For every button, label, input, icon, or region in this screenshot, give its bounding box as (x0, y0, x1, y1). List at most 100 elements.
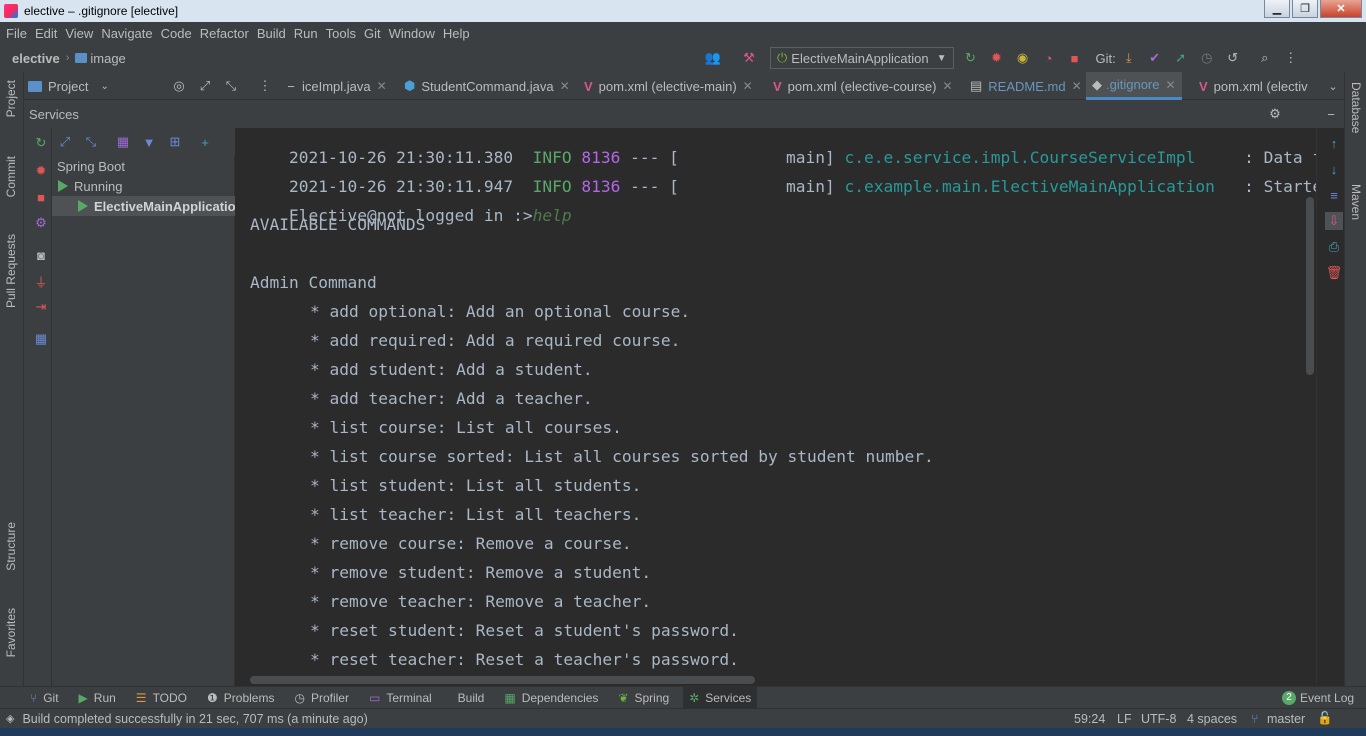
settings-icon[interactable]: ⚙ (1266, 105, 1284, 123)
tab-readme[interactable]: ▤ README.md ✕ (970, 72, 1082, 100)
debug-icon[interactable]: ✹ (988, 49, 1006, 67)
menu-refactor[interactable]: Refactor (200, 26, 249, 41)
tool-run[interactable]: ▶ Run (79, 691, 116, 705)
profiler-icon[interactable]: ◔ (1040, 49, 1058, 67)
expand-icon[interactable]: ⤢ (196, 77, 214, 95)
coverage-icon[interactable]: ◉ (1014, 49, 1032, 67)
tree-node-running[interactable]: Running (58, 176, 122, 196)
collapse-icon[interactable]: ⤡ (222, 77, 240, 95)
tree-node-elective-main-application[interactable]: ElectiveMainApplicatio (52, 196, 236, 216)
git-commit-icon[interactable]: ✔ (1146, 49, 1164, 67)
breadcrumb-project[interactable]: elective (12, 51, 60, 66)
indent-setting[interactable]: 4 spaces (1187, 712, 1237, 726)
expand-all-icon[interactable]: ⤢ (56, 133, 74, 151)
tool-build[interactable]: Build (452, 691, 485, 705)
file-encoding[interactable]: UTF-8 (1141, 712, 1176, 726)
settings-icon[interactable]: ⚙ (32, 214, 50, 232)
commit-tool-button[interactable]: Commit (4, 156, 18, 197)
target-icon[interactable]: ◎ (170, 77, 188, 95)
exit-icon[interactable]: ⇥ (32, 298, 50, 316)
tab-courseserviceimpl[interactable]: iceImpl.java ✕ (302, 72, 387, 100)
options-icon[interactable]: ⋮ (256, 77, 274, 95)
close-window-button[interactable]: ✕ (1320, 0, 1362, 18)
arrow-down-icon[interactable]: ↓ (1325, 160, 1343, 178)
rollback-icon[interactable]: ↺ (1224, 49, 1242, 67)
tool-profiler[interactable]: ◷ Profiler (294, 691, 349, 705)
menu-tools[interactable]: Tools (326, 26, 356, 41)
menu-view[interactable]: View (65, 26, 93, 41)
tool-services[interactable]: ✲ Services (683, 686, 758, 709)
cursor-position[interactable]: 59:24 (1074, 712, 1105, 726)
line-separator[interactable]: LF (1117, 712, 1132, 726)
vertical-scrollbar[interactable] (1306, 197, 1314, 375)
soft-wrap-icon[interactable]: ≡ (1325, 186, 1343, 204)
more-icon[interactable]: ⋮ (1282, 49, 1300, 67)
git-branch[interactable]: master (1267, 712, 1305, 726)
git-history-icon[interactable]: ◷ (1198, 49, 1216, 67)
run-configuration-select[interactable]: ⏻ ElectiveMainApplication ▼ (770, 47, 954, 69)
tab-pom-elective-main[interactable]: V pom.xml (elective-main) ✕ (584, 72, 753, 100)
close-icon[interactable]: ✕ (943, 79, 953, 93)
hide-icon[interactable]: − (282, 77, 300, 95)
camera-icon[interactable]: ◙ (32, 246, 50, 264)
git-push-icon[interactable]: ➚ (1172, 49, 1190, 67)
trash-icon[interactable]: 🗑 (1325, 264, 1343, 282)
stop-icon[interactable]: ■ (1066, 49, 1084, 67)
tool-todo[interactable]: ☰ TODO (136, 691, 187, 705)
close-icon[interactable]: ✕ (560, 79, 570, 93)
close-icon[interactable]: ✕ (1072, 79, 1082, 93)
structure-tool-button[interactable]: Structure (4, 522, 18, 571)
favorites-tool-button[interactable]: Favorites (4, 608, 18, 657)
hide-panel-icon[interactable]: − (1322, 105, 1340, 123)
console-output[interactable]: 2021-10-26 21:30:11.380 INFO 8136 --- [ … (235, 128, 1316, 686)
event-log-button[interactable]: 2 Event Log (1282, 690, 1354, 705)
maven-tool-button[interactable]: Maven (1349, 184, 1363, 220)
chevron-down-icon[interactable]: ⌄ (1324, 77, 1342, 95)
status-message[interactable]: Build completed successfully in 21 sec, … (22, 712, 367, 726)
menu-code[interactable]: Code (161, 26, 192, 41)
close-icon[interactable]: ✕ (743, 79, 753, 93)
menu-build[interactable]: Build (257, 26, 286, 41)
database-tool-button[interactable]: Database (1349, 82, 1363, 133)
plugin-icon[interactable]: ⏚ (32, 272, 50, 290)
tool-problems[interactable]: ❶ Problems (207, 691, 274, 705)
build-hammer-icon[interactable]: ⚒ (740, 49, 758, 67)
tool-spring[interactable]: ❦ Spring (618, 691, 669, 705)
search-icon[interactable]: ⌕ (1256, 49, 1274, 67)
breadcrumb-folder[interactable]: image (90, 51, 125, 66)
git-update-icon[interactable]: ⤓ (1120, 49, 1138, 67)
debug-icon[interactable]: ✹ (32, 162, 50, 180)
tab-pom-elective-course[interactable]: V pom.xml (elective-course) ✕ (773, 72, 953, 100)
menu-file[interactable]: File (6, 26, 27, 41)
tool-terminal[interactable]: ▭ Terminal (369, 691, 432, 705)
add-service-icon[interactable]: + (196, 133, 214, 151)
maximize-button[interactable]: ❐ (1292, 0, 1318, 18)
close-icon[interactable]: ✕ (377, 79, 387, 93)
pull-requests-tool-button[interactable]: Pull Requests (4, 234, 18, 308)
rerun-icon[interactable]: ↻ (962, 49, 980, 67)
menu-navigate[interactable]: Navigate (101, 26, 152, 41)
menu-help[interactable]: Help (443, 26, 470, 41)
menu-run[interactable]: Run (294, 26, 318, 41)
collapse-all-icon[interactable]: ⤡ (82, 133, 100, 151)
scroll-to-end-icon[interactable]: ⇩ (1325, 212, 1343, 230)
menu-edit[interactable]: Edit (35, 26, 57, 41)
filter-icon[interactable]: ▼ (140, 133, 158, 151)
group-icon[interactable]: ▦ (114, 133, 132, 151)
tool-git[interactable]: ⑂ Git (30, 691, 59, 705)
tab-gitignore[interactable]: ◆ .gitignore ✕ (1086, 72, 1182, 100)
layout-icon[interactable]: ▦ (32, 330, 50, 348)
tab-pom-elective[interactable]: V pom.xml (electiv (1199, 72, 1308, 100)
tab-studentcommand[interactable]: ⬢ StudentCommand.java ✕ (404, 72, 570, 100)
menu-window[interactable]: Window (389, 26, 435, 41)
new-tab-icon[interactable]: ⊞ (166, 133, 184, 151)
tree-node-spring-boot[interactable]: Spring Boot (57, 156, 125, 176)
horizontal-scrollbar[interactable] (250, 676, 755, 684)
project-tool-button[interactable]: Project (4, 80, 18, 117)
minimize-button[interactable]: ▁ (1264, 0, 1290, 18)
arrow-up-icon[interactable]: ↑ (1325, 134, 1343, 152)
project-view-button[interactable]: Project ⌄ (28, 72, 109, 100)
rerun-icon[interactable]: ↻ (32, 134, 50, 152)
users-icon[interactable]: 👥 (704, 49, 722, 67)
tool-dependencies[interactable]: ▦ Dependencies (504, 691, 598, 705)
